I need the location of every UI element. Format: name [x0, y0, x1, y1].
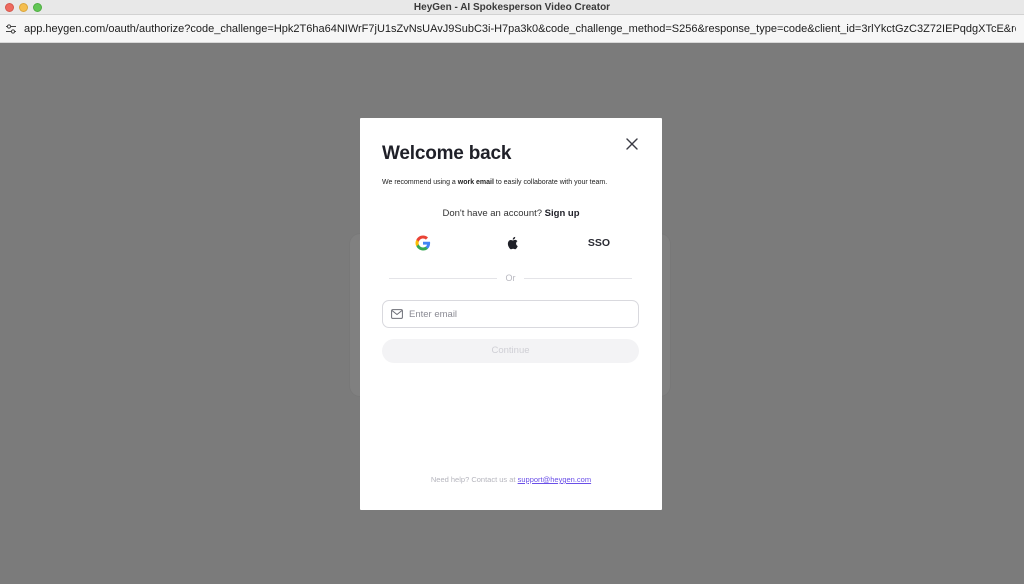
signup-link[interactable]: Sign up — [545, 208, 580, 219]
subtext-suffix: to easily collaborate with your team. — [493, 179, 608, 186]
modal-heading: Welcome back — [382, 143, 512, 164]
apple-icon[interactable] — [502, 235, 522, 251]
window-title: HeyGen - AI Spokesperson Video Creator — [413, 2, 611, 13]
signup-prompt: Don't have an account? — [442, 208, 543, 219]
close-icon[interactable] — [624, 136, 640, 152]
mail-icon — [391, 309, 403, 319]
signup-row: Don't have an account? Sign up — [360, 208, 662, 220]
help-text: Need help? Contact us at support@heygen.… — [360, 475, 662, 485]
divider-line-left — [389, 278, 497, 279]
subtext-prefix: We recommend using a — [382, 179, 458, 186]
continue-button[interactable]: Continue — [382, 339, 639, 363]
divider-line-right — [524, 278, 632, 279]
email-field-wrapper — [382, 300, 639, 328]
url-field[interactable]: app.heygen.com/oauth/authorize?code_chal… — [24, 22, 1016, 36]
window-titlebar: HeyGen - AI Spokesperson Video Creator — [0, 0, 1024, 15]
address-bar: app.heygen.com/oauth/authorize?code_chal… — [0, 15, 1024, 43]
subtext-bold: work email — [457, 179, 494, 186]
login-modal: Welcome back We recommend using a work e… — [360, 118, 662, 510]
sso-button[interactable]: SSO — [584, 236, 614, 250]
modal-subtext: We recommend using a work email to easil… — [382, 178, 607, 188]
help-prefix: Need help? Contact us at — [430, 475, 516, 484]
site-settings-icon[interactable] — [5, 23, 17, 35]
divider-or: Or — [505, 273, 516, 283]
google-icon[interactable] — [413, 235, 433, 251]
email-input[interactable] — [409, 301, 633, 327]
support-email-link[interactable]: support@heygen.com — [518, 475, 592, 484]
